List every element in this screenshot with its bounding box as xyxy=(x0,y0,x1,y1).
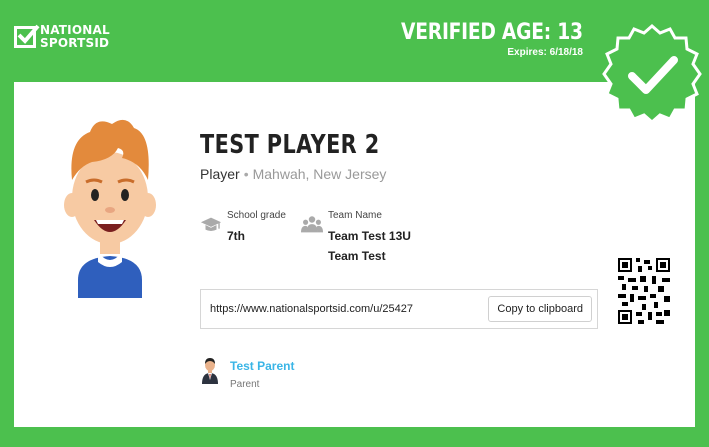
player-role: Player xyxy=(200,166,240,182)
team-name-label: Team Name xyxy=(328,210,382,221)
brand-logo: NATIONAL SPORTSID xyxy=(14,24,110,50)
team-name-value: Team Test 13U xyxy=(328,229,411,243)
school-grade-label: School grade xyxy=(227,210,286,221)
profile-url[interactable]: https://www.nationalsportsid.com/u/25427 xyxy=(210,303,413,315)
separator-dot: • xyxy=(243,166,249,182)
school-grade-field: School grade 7th xyxy=(200,210,286,246)
school-grade-value: 7th xyxy=(227,229,245,243)
team-name-value: Team Test xyxy=(328,249,386,263)
graduation-cap-icon xyxy=(200,217,222,231)
verified-age: VERIFIED AGE: 13 xyxy=(401,20,583,45)
qr-code-icon[interactable] xyxy=(618,258,670,324)
copy-to-clipboard-button[interactable]: Copy to clipboard xyxy=(488,296,592,322)
player-role-line: Player • Mahwah, New Jersey xyxy=(200,166,386,182)
player-avatar xyxy=(64,119,156,298)
parent-role: Parent xyxy=(230,379,260,390)
verified-badge-icon xyxy=(602,24,702,124)
parent-name-link[interactable]: Test Parent xyxy=(230,359,294,373)
player-name: TEST PLAYER 2 xyxy=(200,130,380,160)
group-icon xyxy=(301,216,323,233)
parent-entry: Test Parent Parent xyxy=(200,356,294,390)
checkbox-logo-icon xyxy=(14,24,40,48)
player-location: Mahwah, New Jersey xyxy=(252,166,387,182)
expiry-date: Expires: 6/18/18 xyxy=(507,47,583,58)
team-name-field: Team Name Team Test 13U Team Test xyxy=(301,210,411,266)
brand-name: NATIONAL SPORTSID xyxy=(40,23,110,50)
profile-url-box: https://www.nationalsportsid.com/u/25427… xyxy=(200,289,598,329)
parent-avatar xyxy=(202,358,218,384)
verification-header: VERIFIED AGE: 13 Expires: 6/18/18 xyxy=(369,20,583,58)
